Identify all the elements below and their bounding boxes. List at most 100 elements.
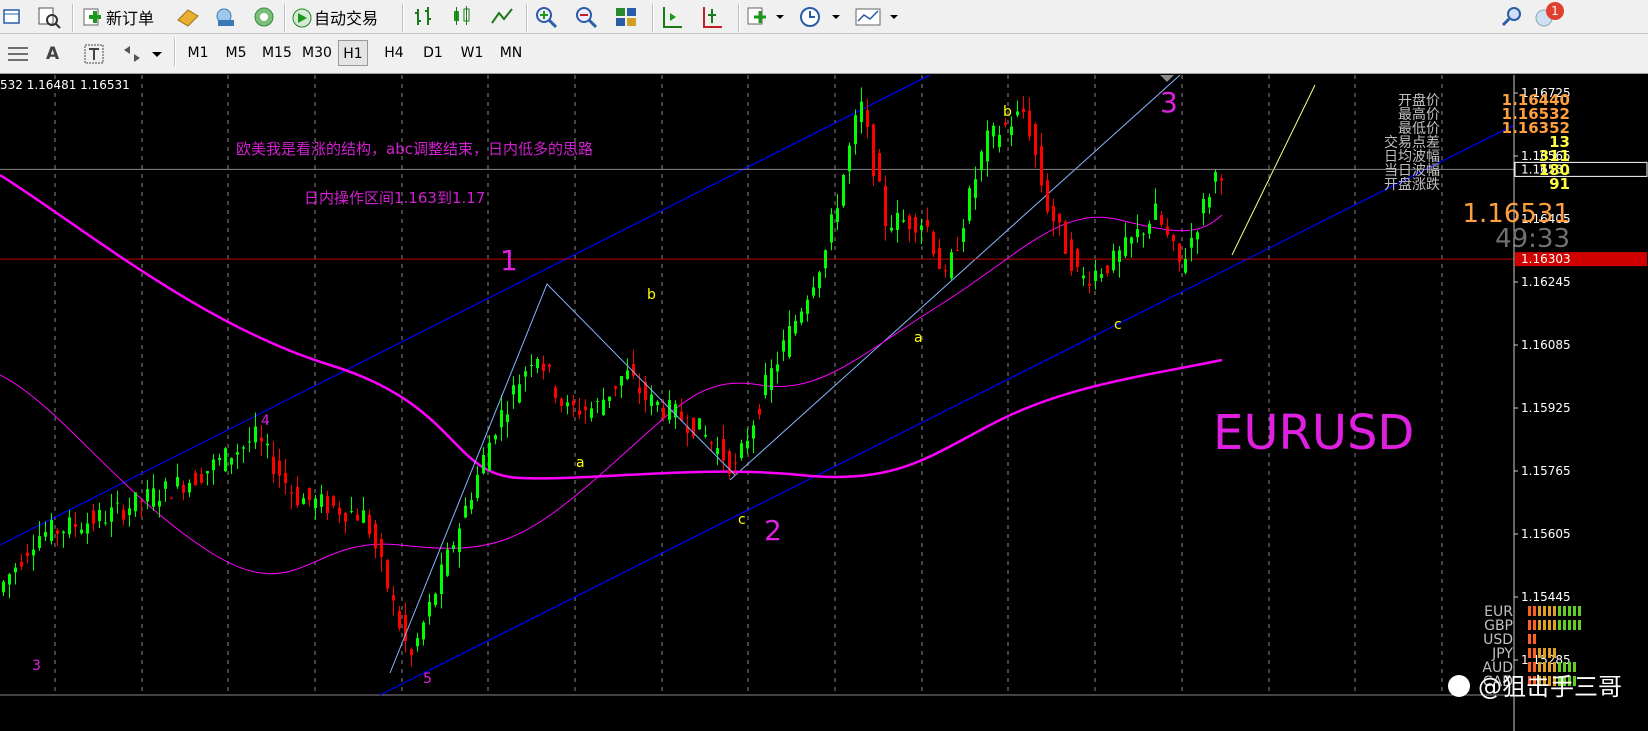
data-window-icon[interactable] bbox=[214, 3, 238, 31]
candle bbox=[20, 553, 23, 571]
timeframe-h4-button[interactable]: H4 bbox=[378, 40, 410, 66]
candle-body bbox=[20, 561, 23, 567]
candle bbox=[1040, 132, 1043, 193]
candle bbox=[230, 457, 233, 475]
candle bbox=[1058, 213, 1061, 236]
current-bar-marker bbox=[1160, 75, 1174, 82]
candle bbox=[758, 403, 761, 420]
candlestick-icon[interactable] bbox=[450, 3, 474, 31]
candle-body bbox=[1082, 275, 1085, 279]
profiles-icon[interactable] bbox=[36, 3, 64, 31]
candle bbox=[524, 366, 527, 392]
candle bbox=[794, 314, 797, 336]
timeframe-m30-button[interactable]: M30 bbox=[300, 40, 334, 66]
candle-body bbox=[1088, 283, 1091, 286]
candle bbox=[1202, 192, 1205, 226]
new-chart-icon[interactable] bbox=[2, 3, 22, 31]
tile-windows-icon[interactable] bbox=[614, 3, 638, 31]
strength-bar bbox=[1553, 662, 1556, 672]
candle-body bbox=[176, 476, 179, 487]
candle bbox=[458, 522, 461, 568]
timeframe-mn-button[interactable]: MN bbox=[494, 40, 528, 66]
candle-body bbox=[566, 402, 569, 407]
candle bbox=[1010, 116, 1013, 147]
candle-body bbox=[890, 227, 893, 231]
candle bbox=[308, 487, 311, 507]
zoom-in-icon[interactable] bbox=[534, 3, 558, 31]
candle bbox=[968, 185, 971, 224]
candle-body bbox=[38, 536, 41, 548]
auto-trading-label: 自动交易 bbox=[314, 9, 379, 28]
timeframe-d1-button[interactable]: D1 bbox=[418, 40, 448, 66]
candle bbox=[920, 218, 923, 245]
candle-body bbox=[1166, 226, 1169, 235]
candle bbox=[890, 215, 893, 233]
candle bbox=[170, 496, 173, 499]
candle-body bbox=[356, 514, 359, 521]
horizontal-line-icon[interactable] bbox=[6, 40, 30, 68]
arrows-dropdown-icon[interactable] bbox=[120, 40, 166, 68]
market-watch-icon[interactable] bbox=[176, 3, 200, 31]
candle bbox=[362, 496, 365, 524]
text-tool-icon[interactable]: A bbox=[46, 40, 59, 68]
timeframe-m5-button[interactable]: M5 bbox=[220, 40, 252, 66]
timeframe-w1-button[interactable]: W1 bbox=[456, 40, 488, 66]
timeframe-h1-button[interactable]: H1 bbox=[338, 40, 368, 66]
new-order-button[interactable]: 新订单 bbox=[82, 3, 154, 31]
candle bbox=[962, 219, 965, 253]
candle bbox=[440, 552, 443, 609]
candle-body bbox=[968, 188, 971, 221]
candle-body bbox=[860, 101, 863, 123]
candle-body bbox=[734, 462, 737, 464]
candle bbox=[140, 499, 143, 518]
new-order-label: 新订单 bbox=[106, 9, 155, 28]
templates-dropdown-icon[interactable] bbox=[854, 3, 902, 31]
navigator-icon[interactable] bbox=[252, 3, 276, 31]
candle bbox=[956, 236, 959, 251]
candle-body bbox=[506, 414, 509, 423]
strength-bar bbox=[1528, 648, 1531, 658]
bar-chart-icon[interactable] bbox=[412, 3, 436, 31]
candle-body bbox=[1142, 233, 1145, 235]
search-icon[interactable] bbox=[1500, 3, 1524, 31]
candle bbox=[248, 427, 251, 453]
auto-scroll-icon[interactable] bbox=[700, 3, 724, 31]
zoom-out-icon[interactable] bbox=[574, 3, 598, 31]
candle-body bbox=[308, 487, 311, 501]
text-label-icon[interactable] bbox=[82, 40, 106, 68]
line-chart-icon[interactable] bbox=[490, 3, 514, 31]
strength-bar bbox=[1543, 648, 1546, 658]
auto-trading-button[interactable]: 自动交易 bbox=[290, 3, 378, 31]
level-price-tag-label: 1.16303 bbox=[1521, 252, 1571, 266]
candle bbox=[818, 270, 821, 298]
candle bbox=[8, 572, 11, 599]
candle-body bbox=[1208, 197, 1211, 208]
periods-dropdown-icon[interactable] bbox=[798, 3, 842, 31]
strength-bar bbox=[1573, 620, 1576, 630]
candle-body bbox=[74, 523, 77, 528]
candle bbox=[332, 494, 335, 509]
candle bbox=[176, 463, 179, 489]
candle bbox=[632, 349, 635, 380]
candle-body bbox=[26, 552, 29, 556]
timeframe-m1-button[interactable]: M1 bbox=[182, 40, 214, 66]
chart-shift-icon[interactable] bbox=[660, 3, 684, 31]
candle-body bbox=[1094, 270, 1097, 282]
candle-body bbox=[170, 497, 173, 499]
candle-body bbox=[584, 406, 587, 411]
candle-body bbox=[1172, 235, 1175, 241]
candle bbox=[182, 480, 185, 501]
candle bbox=[596, 397, 599, 414]
candle-body bbox=[206, 471, 209, 474]
candle bbox=[686, 414, 689, 447]
indicators-dropdown-icon[interactable] bbox=[746, 3, 786, 31]
timeframe-m15-button[interactable]: M15 bbox=[258, 40, 296, 66]
price-chart[interactable]: 1 2 3 3 4 5 a b c a b c 欧美我是看涨的结构，abc调整结束，日内低多的思路日内操… bbox=[0, 75, 1648, 731]
auto-trading-icon bbox=[290, 7, 312, 28]
candle-body bbox=[386, 560, 389, 589]
candle bbox=[1172, 233, 1175, 251]
candle-body bbox=[596, 401, 599, 403]
candle-body bbox=[752, 425, 755, 439]
ma-slow-line bbox=[0, 173, 1223, 480]
strength-bar bbox=[1568, 662, 1571, 672]
